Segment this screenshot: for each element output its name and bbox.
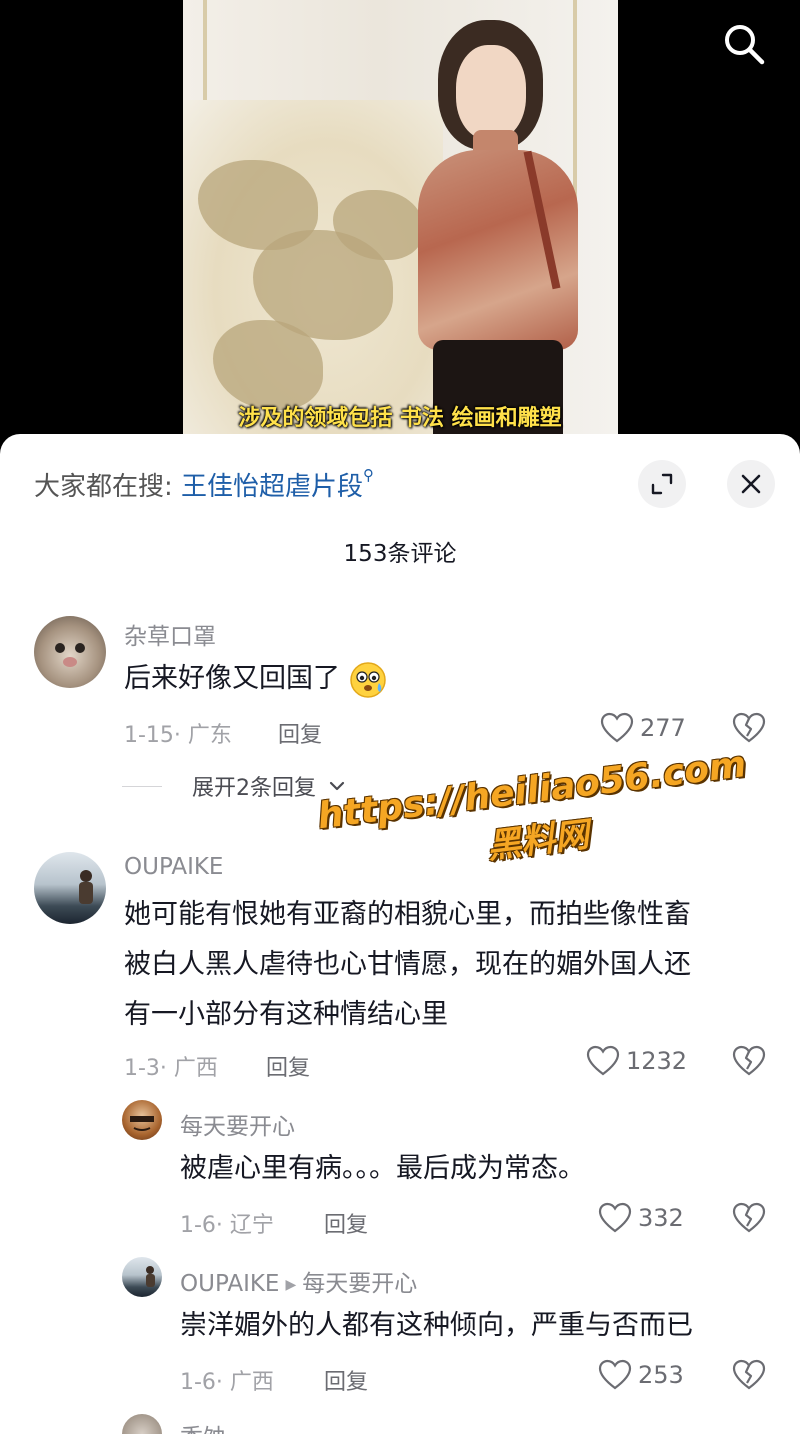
reply-username[interactable]: OUPAIKE bbox=[180, 1271, 279, 1297]
person-figure bbox=[418, 20, 603, 445]
video-player[interactable]: 涉及的领域包括 书法 绘画和雕塑 bbox=[0, 0, 800, 445]
video-frame bbox=[183, 0, 618, 445]
avatar[interactable] bbox=[122, 1414, 162, 1434]
avatar[interactable] bbox=[122, 1257, 162, 1297]
person-sweater bbox=[418, 150, 578, 350]
reply-text: 崇洋媚外的人都有这种倾向，严重与否而已 bbox=[180, 1310, 693, 1341]
painting-panel bbox=[183, 100, 443, 445]
heart-icon bbox=[598, 1359, 632, 1390]
search-button[interactable] bbox=[720, 20, 768, 68]
reply-arrow-icon: ▶ bbox=[285, 1276, 297, 1293]
broken-heart-icon bbox=[732, 1359, 766, 1390]
landscape-shape bbox=[213, 320, 323, 410]
video-subtitle: 涉及的领域包括 书法 绘画和雕塑 bbox=[238, 406, 562, 431]
person-avatar-image bbox=[146, 1266, 155, 1287]
reply-item: OUPAIKE ▶ 每天要开心 崇洋媚外的人都有这种倾向，严重与否而已 1-6· 广… bbox=[0, 434, 800, 1414]
like-button[interactable]: 253 bbox=[598, 1359, 684, 1391]
reply-button[interactable]: 回复 bbox=[324, 1364, 368, 1396]
comment-sheet: 大家都在搜: 王佳怡超虐片段⚲ 153条评论 杂草口罩 后来好像又回国了 1-1… bbox=[0, 434, 800, 1434]
like-count: 253 bbox=[638, 1361, 684, 1389]
reply-date-location: 1-6· 广西 bbox=[180, 1370, 274, 1395]
search-icon bbox=[725, 25, 765, 65]
reply-username-line: OUPAIKE ▶ 每天要开心 bbox=[180, 1264, 417, 1298]
reply-to-username[interactable]: 每天要开心 bbox=[302, 1271, 417, 1297]
reply-username[interactable]: 秃蚀 bbox=[180, 1418, 226, 1434]
person-face bbox=[456, 45, 526, 140]
dislike-button[interactable] bbox=[732, 1359, 766, 1393]
